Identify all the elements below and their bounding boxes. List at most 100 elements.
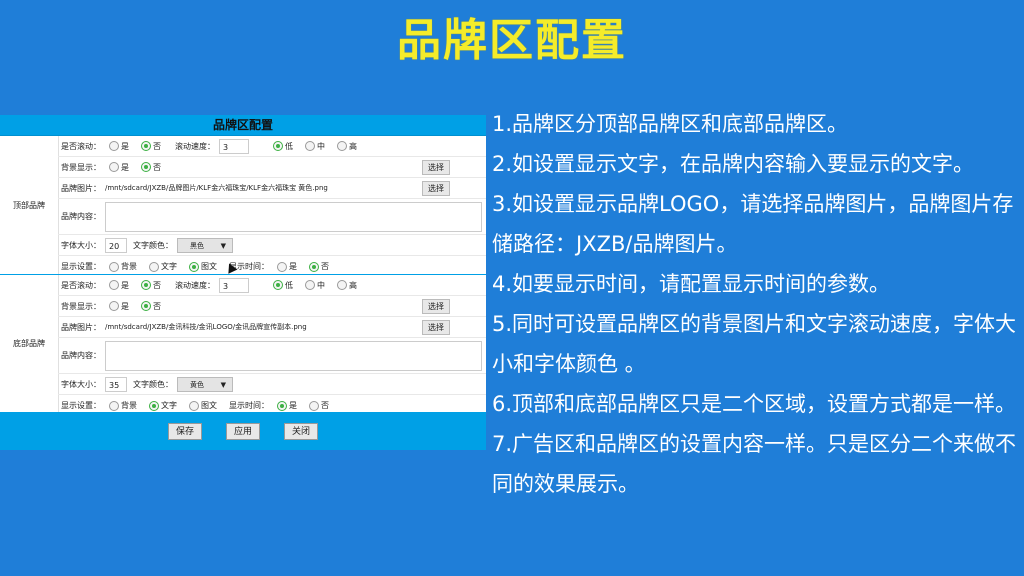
bottom-scroll-row: 是否滚动： 是 否 滚动速度： 3 低 中 高 [58, 275, 486, 296]
top-brand-section: 顶部品牌 是否滚动： 是 否 滚动速度： 3 低 中 高 背景显示： 是 否 选… [0, 136, 486, 275]
top-speed-input[interactable]: 3 [219, 138, 249, 154]
bottom-display-mixed-radio[interactable] [189, 400, 199, 411]
top-bg-row: 背景显示： 是 否 选择 [58, 157, 486, 178]
content-label: 品牌内容： [61, 351, 101, 360]
radio-label: 中 [317, 280, 325, 290]
close-button[interactable]: 关闭 [284, 423, 318, 440]
bottom-bg-yes-radio[interactable] [109, 301, 119, 311]
top-speed-mid-radio[interactable] [305, 141, 315, 151]
bottom-content-input[interactable] [105, 340, 482, 371]
top-scroll-row: 是否滚动： 是 否 滚动速度： 3 低 中 高 [58, 136, 486, 157]
top-font-row: 字体大小： 20 文字颜色： 黑色 ▼ [58, 235, 486, 256]
bottom-speed-input[interactable]: 3 [219, 277, 249, 293]
chevron-down-icon: ▼ [220, 241, 226, 250]
bottom-font-size-input[interactable]: 35 [105, 376, 127, 392]
bottom-brand-label: 底部品牌 [0, 275, 59, 412]
radio-label: 是 [121, 141, 129, 151]
top-scroll-no-radio[interactable] [141, 141, 151, 151]
image-label: 品牌图片： [61, 183, 101, 193]
top-time-yes-radio[interactable] [277, 261, 287, 272]
bottom-speed-high-radio[interactable] [337, 280, 347, 290]
radio-label: 是 [121, 162, 129, 172]
top-bg-yes-radio[interactable] [109, 162, 119, 172]
bottom-bg-no-radio[interactable] [141, 301, 151, 311]
radio-label: 是 [289, 262, 297, 271]
top-image-select-button[interactable]: 选择 [422, 181, 450, 196]
note-item: 4.如要显示时间，请配置显示时间的参数。 [492, 272, 891, 296]
note-item: 5.同时可设置品牌区的背景图片和文字滚动速度，字体大小和字体颜色 。 [492, 312, 1017, 376]
radio-label: 高 [349, 141, 357, 151]
time-label: 显示时间： [229, 401, 269, 410]
slide-title: 品牌区配置 [397, 15, 627, 66]
radio-label: 背景 [121, 401, 137, 410]
top-speed-high-radio[interactable] [337, 141, 347, 151]
top-font-color-dropdown[interactable]: 黑色 ▼ [177, 237, 233, 253]
instruction-notes: 1.品牌区分顶部品牌区和底部品牌区。 2.如设置显示文字，在品牌内容输入要显示的… [492, 104, 1022, 504]
bottom-scroll-yes-radio[interactable] [109, 280, 119, 290]
bottom-display-text-radio[interactable] [149, 400, 159, 411]
top-image-row: 品牌图片： /mnt/sdcard/JXZB/品牌图片/KLF金六福珠宝/KLF… [58, 178, 486, 199]
speed-label: 滚动速度： [175, 141, 215, 151]
radio-label: 文字 [161, 401, 177, 410]
font-color-label: 文字颜色： [133, 240, 173, 250]
apply-button[interactable]: 应用 [226, 423, 260, 440]
radio-label: 否 [153, 280, 161, 290]
radio-label: 文字 [161, 262, 177, 271]
top-content-input[interactable] [105, 201, 482, 232]
top-image-path: /mnt/sdcard/JXZB/品牌图片/KLF金六福珠宝/KLF金六福珠宝 … [105, 184, 328, 192]
note-item: 6.顶部和底部品牌区只是二个区域，设置方式都是一样。 [492, 392, 1017, 416]
radio-label: 高 [349, 280, 357, 290]
chevron-down-icon: ▼ [220, 380, 226, 389]
top-display-mixed-radio[interactable] [189, 261, 199, 272]
radio-label: 图文 [201, 262, 217, 271]
radio-label: 否 [321, 262, 329, 271]
radio-label: 否 [153, 162, 161, 172]
bottom-display-bg-radio[interactable] [109, 400, 119, 411]
dropdown-value: 黑色 [190, 241, 204, 250]
bottom-image-select-button[interactable]: 选择 [422, 320, 450, 335]
top-display-bg-radio[interactable] [109, 261, 119, 272]
radio-label: 否 [321, 401, 329, 410]
dropdown-value: 黄色 [190, 380, 204, 389]
top-scroll-yes-radio[interactable] [109, 141, 119, 151]
bottom-brand-section: 底部品牌 是否滚动： 是 否 滚动速度： 3 低 中 高 背景显示： 是 否 选… [0, 275, 486, 413]
top-display-row: 显示设置： 背景 文字 图文 显示时间： 是 否 [58, 256, 486, 277]
bottom-image-path: /mnt/sdcard/JXZB/金讯科技/金讯LOGO/金讯品牌宣传副本.pn… [105, 323, 307, 331]
bottom-font-color-dropdown[interactable]: 黄色 ▼ [177, 376, 233, 392]
dialog-title: 品牌区配置 [0, 115, 486, 136]
note-item: 2.如设置显示文字，在品牌内容输入要显示的文字。 [492, 152, 975, 176]
note-item: 7.广告区和品牌区的设置内容一样。只是区分二个来做不同的效果展示。 [492, 432, 1017, 496]
top-bg-select-button[interactable]: 选择 [422, 160, 450, 175]
radio-label: 是 [121, 280, 129, 290]
scroll-label: 是否滚动： [61, 141, 101, 151]
radio-label: 中 [317, 141, 325, 151]
bottom-image-row: 品牌图片： /mnt/sdcard/JXZB/金讯科技/金讯LOGO/金讯品牌宣… [58, 317, 486, 338]
font-color-label: 文字颜色： [133, 379, 173, 389]
top-bg-no-radio[interactable] [141, 162, 151, 172]
top-font-size-input[interactable]: 20 [105, 237, 127, 253]
top-display-text-radio[interactable] [149, 261, 159, 272]
bottom-bg-select-button[interactable]: 选择 [422, 299, 450, 314]
top-time-no-radio[interactable] [309, 261, 319, 272]
bottom-speed-mid-radio[interactable] [305, 280, 315, 290]
bottom-time-yes-radio[interactable] [277, 400, 287, 411]
radio-label: 否 [153, 301, 161, 311]
display-label: 显示设置： [61, 401, 101, 410]
display-label: 显示设置： [61, 262, 101, 271]
radio-label: 是 [289, 401, 297, 410]
font-size-label: 字体大小： [61, 240, 101, 250]
bottom-scroll-no-radio[interactable] [141, 280, 151, 290]
save-button[interactable]: 保存 [168, 423, 202, 440]
radio-label: 低 [285, 280, 293, 290]
radio-label: 是 [121, 301, 129, 311]
top-speed-low-radio[interactable] [273, 141, 283, 151]
dialog-button-bar: 保存 应用 关闭 [0, 413, 486, 450]
radio-label: 否 [153, 141, 161, 151]
note-item: 3.如设置显示品牌LOGO，请选择品牌图片，品牌图片存储路径：JXZB/品牌图片… [492, 192, 1014, 256]
bottom-time-no-radio[interactable] [309, 400, 319, 411]
top-content-row: 品牌内容： [58, 199, 486, 235]
bottom-speed-low-radio[interactable] [273, 280, 283, 290]
image-label: 品牌图片： [61, 322, 101, 332]
speed-label: 滚动速度： [175, 280, 215, 290]
bottom-font-row: 字体大小： 35 文字颜色： 黄色 ▼ [58, 374, 486, 395]
